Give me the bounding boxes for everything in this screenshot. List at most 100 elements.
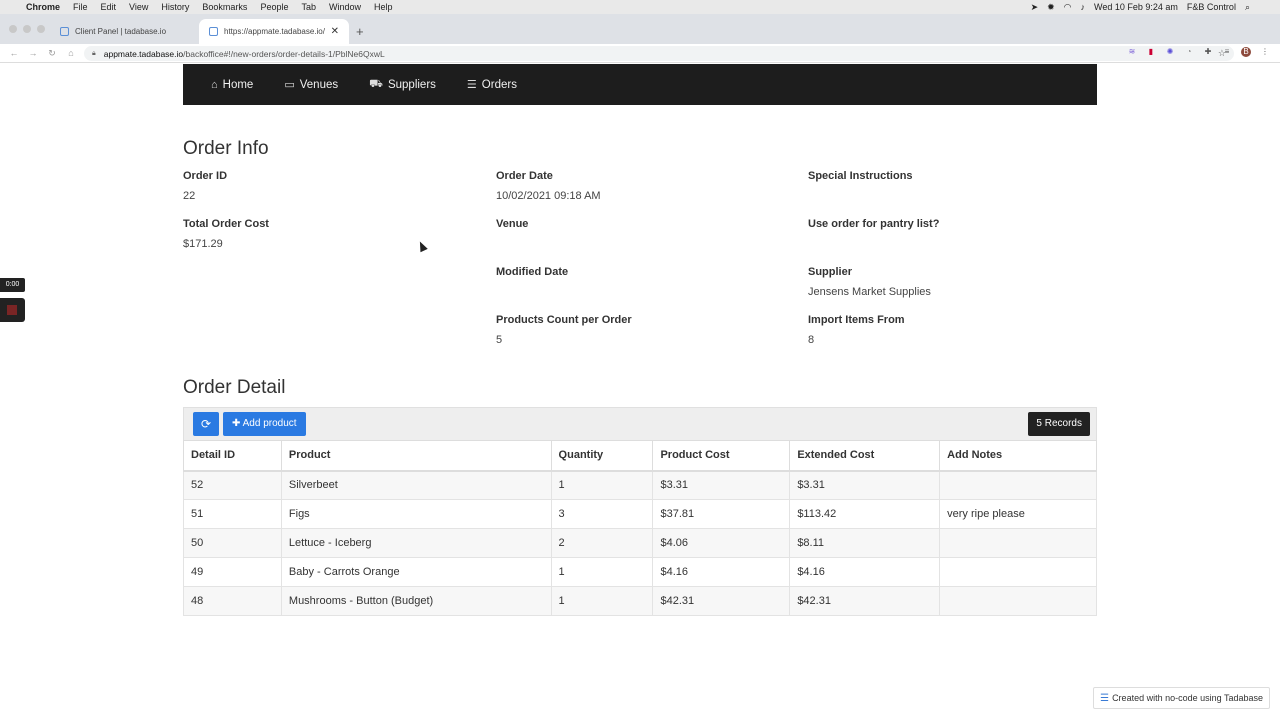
menu-tab[interactable]: Tab	[301, 2, 316, 12]
close-tab-icon[interactable]: ✕	[331, 26, 339, 37]
cell-extended-cost: $3.31	[789, 470, 941, 500]
table-row[interactable]: 50 Lettuce - Iceberg 2 $4.06 $8.11	[183, 528, 1097, 558]
tadabase-favicon-icon	[209, 27, 218, 36]
menu-view[interactable]: View	[129, 2, 148, 12]
add-product-button[interactable]: ✚ Add product	[223, 412, 306, 436]
address-bar[interactable]: 🔒︎ appmate.tadabase.io/backoffice#!/new-…	[84, 46, 1234, 61]
menu-app-name[interactable]: Chrome	[26, 2, 60, 12]
menu-people[interactable]: People	[260, 2, 288, 12]
order-date-label: Order Date	[496, 170, 553, 182]
cell-quantity: 1	[550, 586, 654, 616]
macos-menu-bar: Chrome File Edit View History Bookmarks …	[0, 0, 1280, 14]
cell-notes: very ripe please	[939, 499, 1097, 529]
table-row[interactable]: 52 Silverbeet 1 $3.31 $3.31	[183, 470, 1097, 500]
url-path: /backoffice#!/new-orders/order-details-1…	[183, 48, 385, 59]
order-id-label: Order ID	[183, 170, 228, 182]
menu-history[interactable]: History	[161, 2, 189, 12]
menu-file[interactable]: File	[73, 2, 88, 12]
url-host: appmate.tadabase.io	[103, 48, 184, 59]
mouse-cursor	[416, 239, 428, 253]
extension-icon[interactable]: ◔	[1184, 47, 1194, 57]
table-row[interactable]: 48 Mushrooms - Button (Budget) 1 $42.31 …	[183, 586, 1097, 616]
table-row[interactable]: 51 Figs 3 $37.81 $113.42 very ripe pleas…	[183, 499, 1097, 529]
column-header-add-notes[interactable]: Add Notes	[939, 440, 1097, 472]
stop-recording-button[interactable]	[0, 298, 25, 322]
cell-notes	[939, 586, 1097, 616]
nav-item-venues[interactable]: ▭ Venues	[284, 78, 339, 92]
reading-list-icon[interactable]: ≡	[1222, 47, 1232, 57]
cell-product-cost: $4.16	[652, 557, 791, 587]
menu-window[interactable]: Window	[329, 2, 361, 12]
search-icon[interactable]: ⌕	[1245, 2, 1250, 13]
home-browser-icon[interactable]: ⌂	[66, 48, 76, 58]
table-row[interactable]: 49 Baby - Carrots Orange 1 $4.16 $4.16	[183, 557, 1097, 587]
cell-extended-cost: $42.31	[789, 586, 941, 616]
truck-icon: ⛟	[369, 77, 383, 90]
reload-icon[interactable]: ↻	[47, 48, 57, 59]
column-header-product-cost[interactable]: Product Cost	[652, 440, 791, 472]
tab-title: https://appmate.tadabase.io/b	[224, 27, 325, 36]
profile-avatar[interactable]: B	[1241, 47, 1251, 57]
menubar-user-label[interactable]: F&B Control	[1187, 2, 1236, 12]
extension-icon[interactable]: ▮	[1146, 47, 1156, 57]
extension-icons: ≋ ▮ ✺ ◔ ✚ ≡ B ⋮	[1118, 47, 1270, 57]
cell-product-cost: $42.31	[652, 586, 791, 616]
tadabase-footer-badge[interactable]: ☰ Created with no-code using Tadabase	[1093, 687, 1270, 709]
column-header-quantity[interactable]: Quantity	[550, 440, 654, 472]
column-header-extended-cost[interactable]: Extended Cost	[789, 440, 941, 472]
extension-icon[interactable]: ✺	[1165, 47, 1175, 57]
menu-help[interactable]: Help	[374, 2, 393, 12]
maximize-window-button[interactable]	[37, 25, 45, 33]
add-product-label: Add product	[242, 418, 297, 429]
cell-quantity: 3	[550, 499, 654, 529]
cell-product: Baby - Carrots Orange	[280, 557, 552, 587]
order-date-value: 10/02/2021 09:18 AM	[496, 190, 601, 202]
browser-toolbar: ← → ↻ ⌂ 🔒︎ appmate.tadabase.io/backoffic…	[0, 44, 1280, 63]
menu-bookmarks[interactable]: Bookmarks	[202, 2, 247, 12]
table-toolbar: ⟳ ✚ Add product 5 Records	[183, 407, 1097, 441]
nav-item-suppliers[interactable]: ⛟ Suppliers	[369, 78, 436, 92]
puzzle-icon[interactable]: ✚	[1203, 47, 1213, 57]
stop-icon	[7, 305, 17, 315]
cell-notes	[939, 470, 1097, 500]
nav-item-home[interactable]: ⌂ Home	[211, 79, 253, 91]
cell-extended-cost: $113.42	[789, 499, 941, 529]
tadabase-logo-icon: ☰	[1100, 692, 1110, 704]
cell-notes	[939, 557, 1097, 587]
wifi-icon[interactable]: ◠	[1064, 2, 1072, 13]
volume-icon[interactable]: ♪	[1081, 2, 1086, 12]
modified-date-label: Modified Date	[496, 266, 569, 278]
new-tab-icon[interactable]: +	[356, 24, 364, 39]
supplier-value: Jensens Market Supplies	[808, 286, 931, 298]
location-icon[interactable]: ➤	[1031, 2, 1039, 13]
column-header-detail-id[interactable]: Detail ID	[183, 440, 282, 472]
more-menu-icon[interactable]: ⋮	[1260, 47, 1270, 57]
close-window-button[interactable]	[9, 25, 17, 33]
list-icon: ☰	[466, 79, 477, 91]
extension-icon[interactable]: ≋	[1127, 47, 1137, 57]
refresh-icon: ⟳	[200, 417, 212, 431]
tab-appmate[interactable]: https://appmate.tadabase.io/b ✕	[199, 19, 349, 44]
cell-quantity: 2	[550, 528, 654, 558]
menu-edit[interactable]: Edit	[101, 2, 117, 12]
total-cost-label: Total Order Cost	[183, 218, 269, 230]
nav-label: Venues	[299, 78, 339, 91]
browser-tab-strip: Client Panel | tadabase.io https://appma…	[0, 14, 1280, 44]
cell-notes	[939, 528, 1097, 558]
home-icon: ⌂	[211, 78, 218, 91]
cell-detail-id: 51	[183, 499, 282, 529]
cell-detail-id: 48	[183, 586, 282, 616]
cell-product: Lettuce - Iceberg	[280, 528, 552, 558]
refresh-button[interactable]: ⟳	[193, 412, 219, 436]
lock-icon[interactable]: 🔒︎	[92, 50, 96, 58]
minimize-window-button[interactable]	[23, 25, 31, 33]
cell-product: Mushrooms - Button (Budget)	[280, 586, 552, 616]
tab-client-panel[interactable]: Client Panel | tadabase.io	[50, 19, 198, 44]
menubar-status-area: ➤ ✹ ◠ ♪ Wed 10 Feb 9:24 am F&B Control ⌕	[1022, 0, 1250, 14]
forward-icon[interactable]: →	[28, 48, 38, 58]
column-header-product[interactable]: Product	[280, 440, 552, 472]
menubar-clock[interactable]: Wed 10 Feb 9:24 am	[1094, 2, 1178, 12]
back-icon[interactable]: ←	[9, 48, 19, 58]
nav-item-orders[interactable]: ☰ Orders	[466, 78, 517, 92]
gear-icon[interactable]: ✹	[1047, 2, 1055, 13]
